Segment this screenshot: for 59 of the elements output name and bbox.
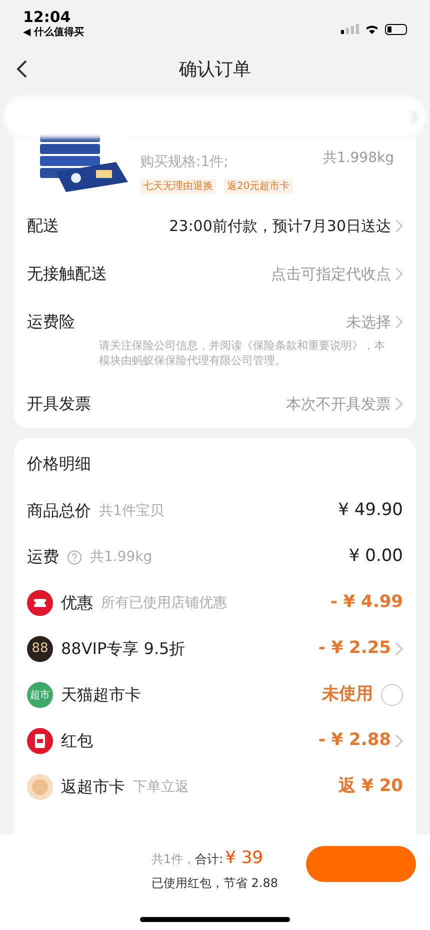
- submit-order-button[interactable]: [306, 846, 416, 882]
- help-icon[interactable]: [67, 550, 82, 564]
- price-amount: ¥ 0.00: [348, 545, 403, 568]
- option-row[interactable]: 无接触配送 点击可指定代收点: [14, 250, 416, 298]
- envelope-icon: [27, 728, 53, 754]
- option-label: 无接触配送: [27, 263, 107, 285]
- price-amount: 返 ¥ 20: [338, 775, 403, 798]
- price-amount: ¥ 49.90: [338, 499, 403, 522]
- status-time: 12:04: [23, 8, 72, 26]
- price-note: 共1件宝贝: [99, 502, 164, 520]
- back-icon[interactable]: [16, 59, 28, 79]
- chevron-icon: [395, 315, 403, 329]
- savings-note: 已使用红包，节省 2.88: [151, 874, 278, 892]
- option-row[interactable]: 开具发票 本次不开具发票: [14, 380, 416, 428]
- price-amount: - ¥ 2.88: [318, 729, 391, 752]
- chevron-icon: [395, 219, 403, 233]
- battery-icon: [385, 24, 407, 34]
- signal-icon: [341, 24, 359, 34]
- total-label: 合计:: [195, 851, 224, 868]
- price-label: 商品总价: [27, 500, 91, 522]
- service-tag: 七天无理由退换: [140, 179, 216, 194]
- vip-badge: 88: [27, 636, 53, 662]
- item-count: 共1件，: [151, 851, 196, 868]
- price-amount: - ¥ 2.25: [318, 637, 391, 660]
- price-note: 所有已使用店铺优惠: [101, 594, 227, 612]
- price-label: 优惠: [61, 592, 93, 614]
- wifi-icon: [365, 24, 379, 34]
- option-value: 本次不开具发票: [286, 394, 391, 415]
- option-value: 未选择: [346, 312, 391, 333]
- option-value: 23:00前付款，预计7月30日送达: [169, 216, 391, 237]
- service-tag: 返20元超市卡: [224, 179, 293, 194]
- coin-icon: [27, 774, 53, 800]
- price-label: 88VIP专享 9.5折: [61, 638, 186, 660]
- option-row[interactable]: 运费险 未选择 请关注保险公司信息，并阅读《保险条款和重要说明》，本模块由蚂蚁保保险代理有限公司管理。: [14, 298, 416, 380]
- section-title: 价格明细: [27, 453, 92, 475]
- price-label: 红包: [61, 730, 93, 752]
- chevron-icon: [395, 397, 403, 411]
- price-label: 运费: [27, 546, 59, 568]
- option-label: 配送: [27, 215, 59, 237]
- insurance-note: 请关注保险公司信息，并阅读《保险条款和重要说明》，本模块由蚂蚁保保险代理有限公司管理。: [99, 338, 386, 368]
- back-to-app-link[interactable]: ◀ 什么值得买: [23, 26, 84, 40]
- price-amount: 未使用: [322, 683, 373, 706]
- price-note: 共1.99kg: [90, 548, 152, 566]
- price-amount: - ¥ 4.99: [330, 591, 403, 614]
- market-badge: 超市: [27, 682, 53, 708]
- option-label: 开具发票: [27, 393, 91, 415]
- option-label: 运费险: [27, 311, 75, 333]
- product-weight: 共1.998kg: [322, 149, 394, 168]
- product-spec: 购买规格:1件;: [140, 153, 228, 172]
- price-note: 下单立返: [133, 778, 189, 796]
- total-price: ¥ 39: [225, 847, 263, 870]
- option-value: 点击可指定代收点: [271, 264, 391, 285]
- price-label: 返超市卡: [61, 776, 125, 798]
- radio-button[interactable]: [381, 684, 403, 706]
- page-title: 确认订单: [179, 58, 251, 82]
- chevron-icon: [395, 267, 403, 281]
- ticket-icon: [27, 590, 53, 616]
- option-row[interactable]: 配送 23:00前付款，预计7月30日送达: [14, 202, 416, 250]
- price-label: 天猫超市卡: [61, 684, 141, 706]
